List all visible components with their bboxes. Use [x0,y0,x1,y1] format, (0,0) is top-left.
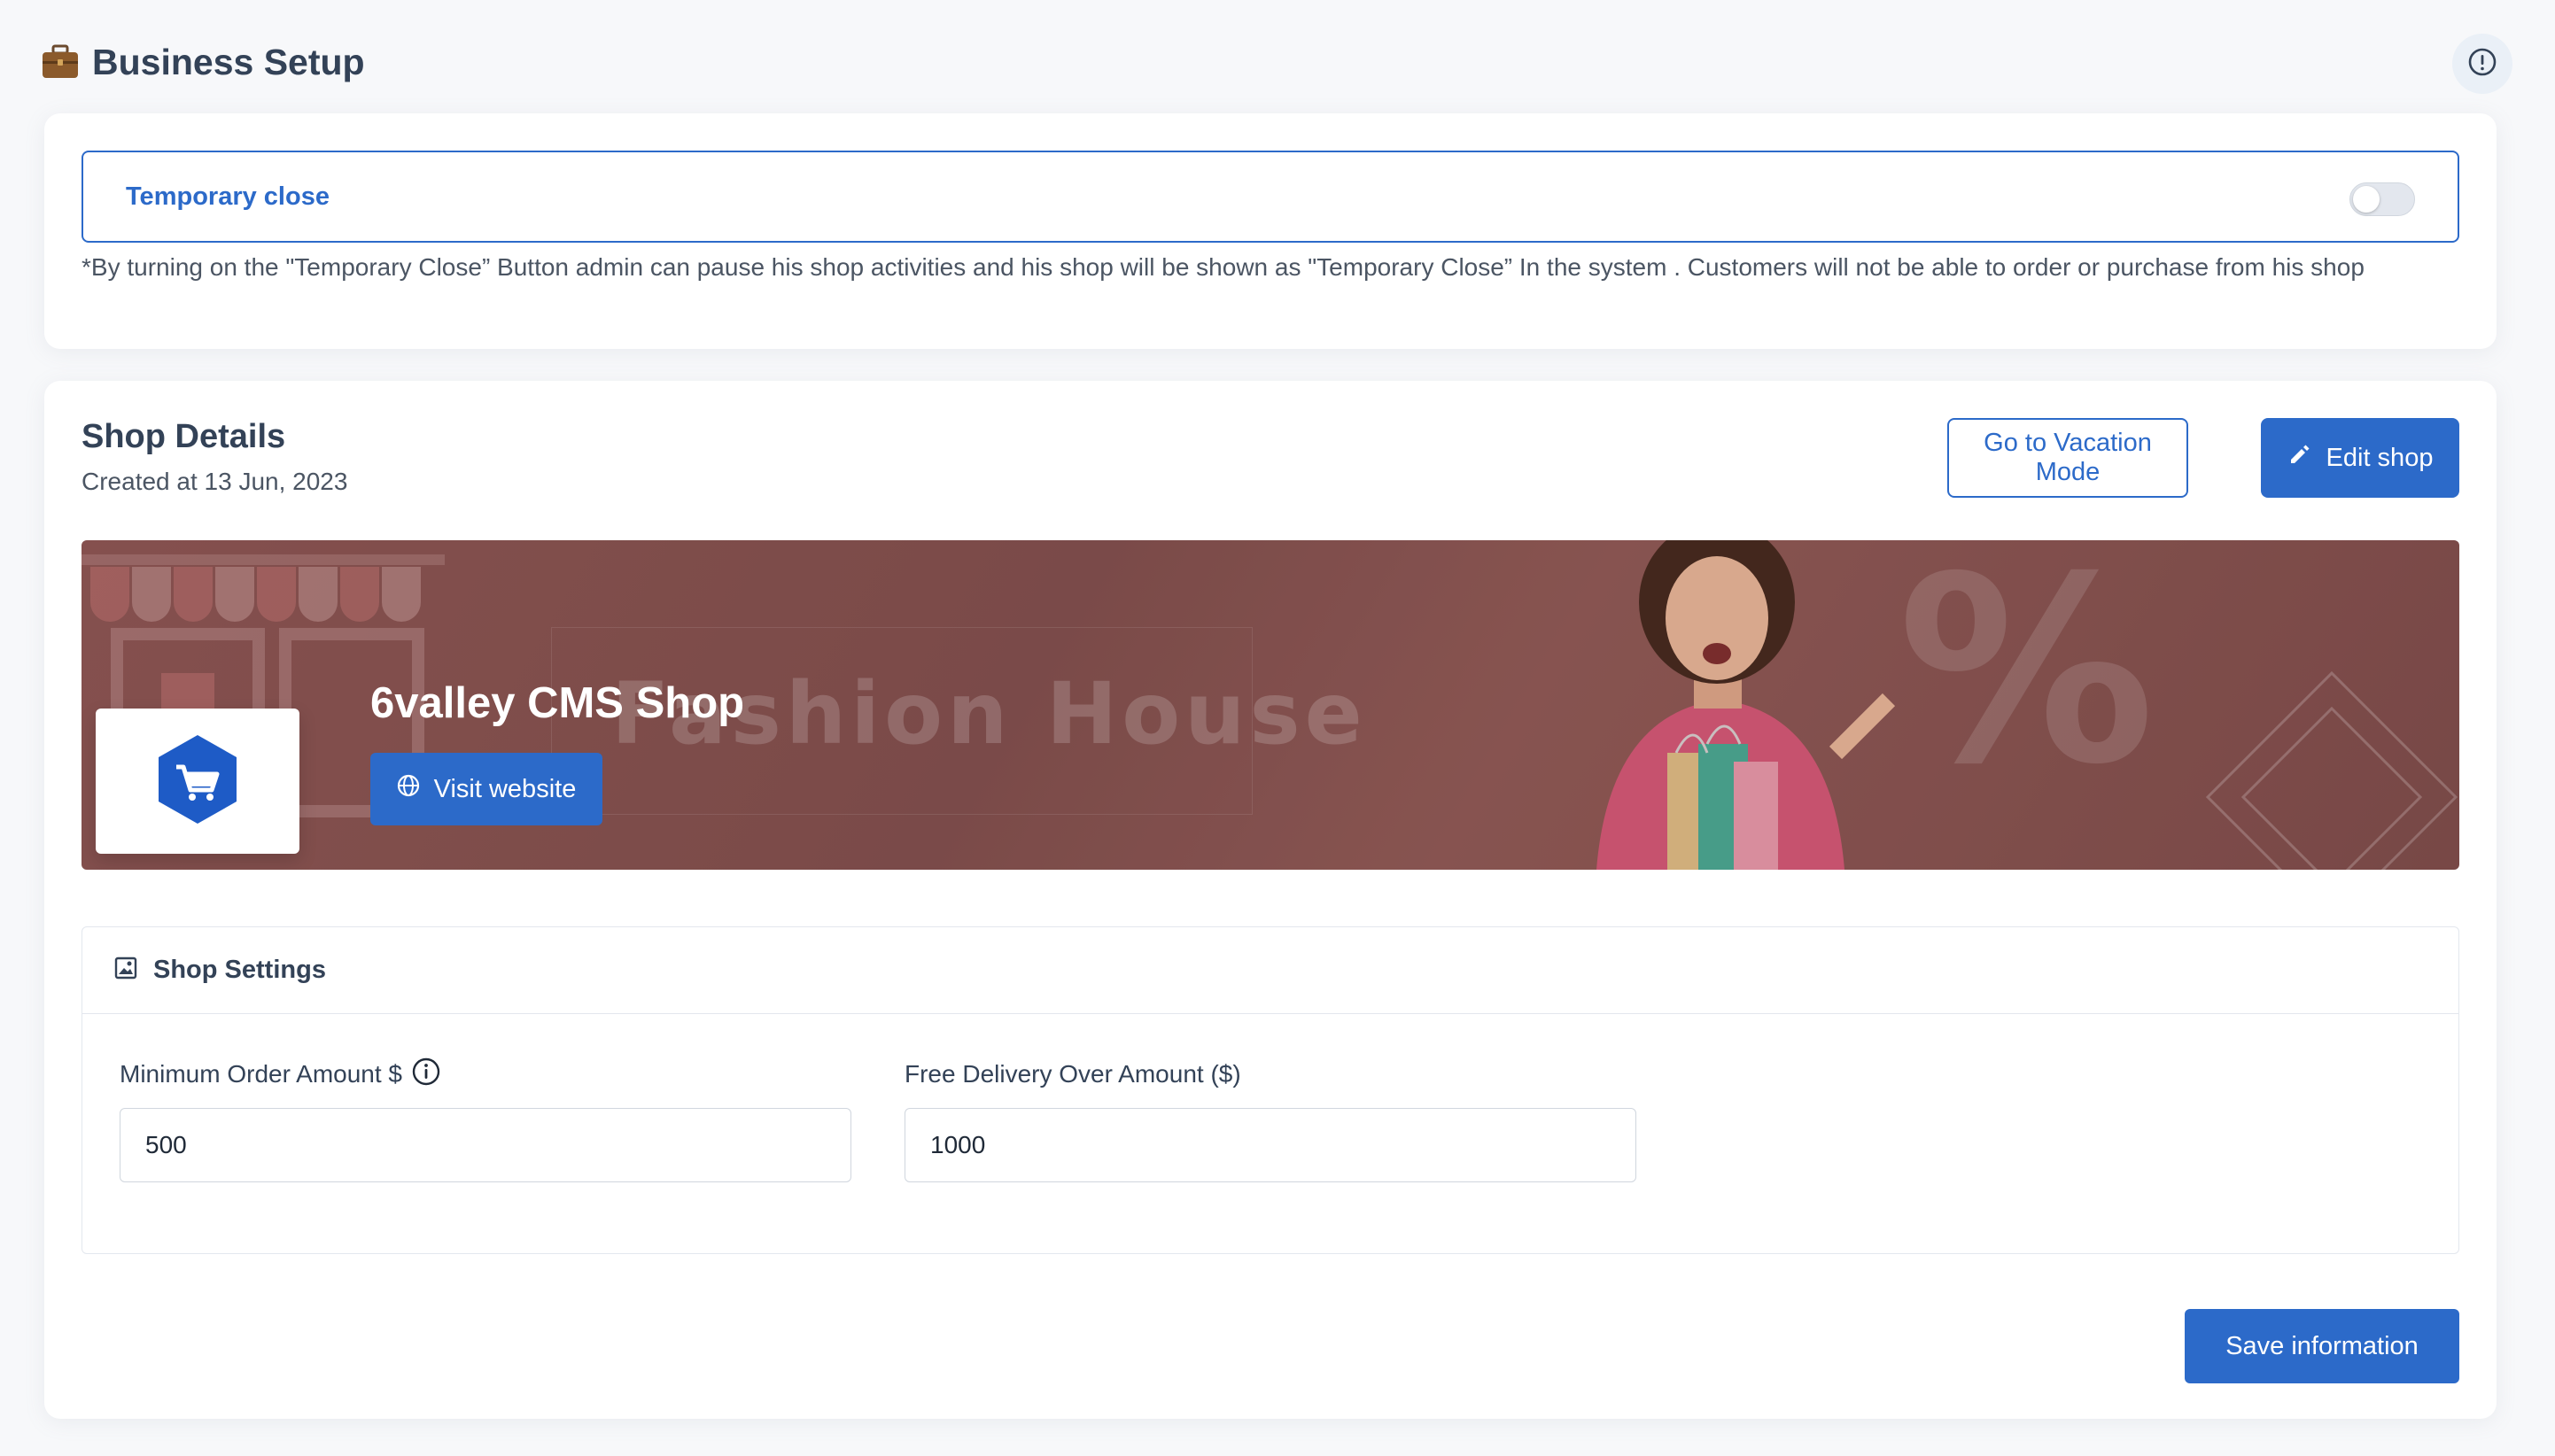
image-icon [114,956,137,984]
free-delivery-field: Free Delivery Over Amount ($) [905,1057,1636,1182]
shop-details-title: Shop Details [82,418,286,455]
temporary-close-label: Temporary close [126,182,330,211]
temporary-close-note: *By turning on the "Temporary Close” But… [82,253,2365,281]
page-header: Business Setup [41,34,2514,94]
shop-settings-title: Shop Settings [153,956,326,984]
minimum-order-label-text: Minimum Order Amount $ [120,1060,402,1088]
free-delivery-label-text: Free Delivery Over Amount ($) [905,1060,1241,1088]
minimum-order-label: Minimum Order Amount $ [120,1057,851,1092]
save-information-button[interactable]: Save information [2185,1309,2459,1383]
briefcase-icon [41,44,80,80]
page-title: Business Setup [41,42,365,83]
edit-shop-button[interactable]: Edit shop [2261,418,2459,498]
temporary-close-toggle[interactable] [2349,182,2415,216]
free-delivery-label: Free Delivery Over Amount ($) [905,1057,1636,1092]
minimum-order-input[interactable] [120,1108,851,1182]
shop-created-date: Created at 13 Jun, 2023 [82,468,348,495]
shop-settings-header: Shop Settings [82,927,2458,1014]
cart-hexagon-icon [155,733,240,830]
shop-banner: Fashion House % 6valley CMS Shop Visit w… [82,540,2459,870]
visit-website-button[interactable]: Visit website [370,753,602,825]
edit-shop-label: Edit shop [2326,443,2434,472]
info-circle-icon [2467,47,2497,81]
shop-name: 6valley CMS Shop [370,679,745,727]
info-icon[interactable] [411,1057,441,1093]
minimum-order-field: Minimum Order Amount $ [120,1057,851,1182]
vacation-mode-button[interactable]: Go to Vacation Mode [1947,418,2188,498]
info-button[interactable] [2452,34,2512,94]
visit-website-label: Visit website [433,774,577,803]
toggle-knob [2353,186,2380,213]
shop-details-card: Shop Details Created at 13 Jun, 2023 Go … [44,381,2497,1419]
page-title-text: Business Setup [92,41,365,82]
temporary-close-box: Temporary close [82,151,2459,243]
free-delivery-input[interactable] [905,1108,1636,1182]
shop-logo [96,709,299,854]
globe-icon [397,774,420,804]
temporary-close-card: Temporary close *By turning on the "Temp… [44,113,2497,349]
shop-settings-panel: Shop Settings Minimum Order Amount $ Fre… [82,926,2459,1254]
pencil-icon [2287,442,2312,474]
